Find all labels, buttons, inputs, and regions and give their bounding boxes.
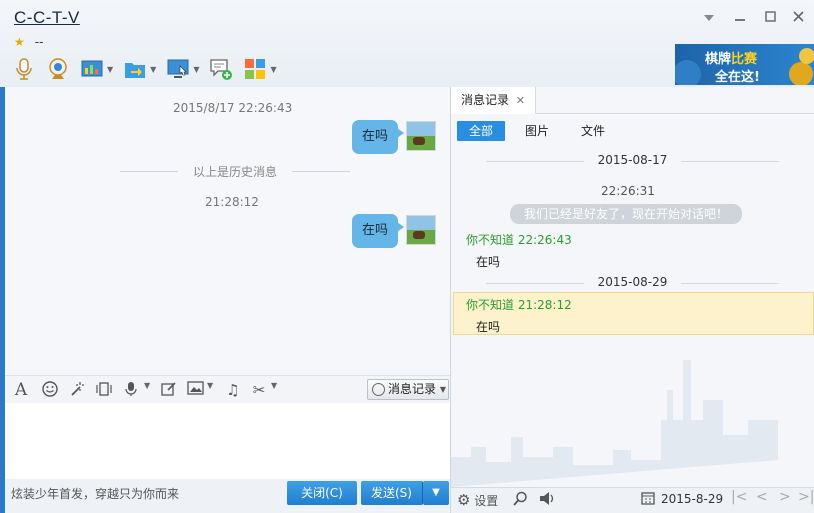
- last-page-icon[interactable]: >|: [798, 489, 814, 505]
- history-footer: ⚙ 设置 2015-8-29 |< < > >|: [451, 487, 814, 513]
- history-panel: 消息记录 ✕ 全部 图片 文件 2015-08-17 22:26:31 我们已经…: [451, 87, 814, 487]
- clock-icon: [372, 383, 385, 396]
- prev-page-icon[interactable]: <: [756, 489, 768, 505]
- message-timestamp: 21:28:12: [205, 195, 259, 209]
- chevron-down-icon[interactable]: ▼: [144, 381, 150, 390]
- filter-all[interactable]: 全部: [457, 121, 506, 141]
- first-page-icon[interactable]: |<: [731, 489, 747, 505]
- close-window-button[interactable]: [790, 10, 806, 26]
- apps-grid-icon: [245, 59, 266, 79]
- folder-transfer-icon: [125, 63, 146, 78]
- gear-icon: ⚙: [457, 491, 471, 509]
- filter-images[interactable]: 图片: [513, 121, 561, 141]
- main-toolbar: ▼ ▼ ▼ ▼: [12, 56, 287, 82]
- history-time: 22:26:31: [601, 184, 655, 198]
- close-button[interactable]: 关闭(C): [287, 481, 357, 505]
- message-history-button[interactable]: 消息记录 ▼: [367, 379, 449, 400]
- message-timestamp: 2015/8/17 22:26:43: [173, 101, 293, 115]
- video-call-button[interactable]: [46, 56, 70, 82]
- history-divider: 以上是历史消息: [120, 163, 350, 180]
- chevron-down-icon[interactable]: ▼: [107, 65, 113, 74]
- music-icon[interactable]: ♫: [223, 381, 243, 399]
- chat-footer: 炫装少年首发，穿越只为你而来 关闭(C) 发送(S) ▼: [5, 479, 450, 513]
- tab-underline: [536, 113, 814, 114]
- close-icon[interactable]: ✕: [516, 87, 525, 114]
- contact-name[interactable]: C-C-T-V: [14, 8, 80, 28]
- voice-message-icon[interactable]: [121, 381, 141, 399]
- settings-button[interactable]: ⚙ 设置: [457, 491, 498, 509]
- add-chat-icon: [210, 59, 233, 80]
- avatar[interactable]: [406, 121, 436, 151]
- avatar[interactable]: [406, 215, 436, 245]
- app-share-button[interactable]: ▼: [80, 56, 113, 82]
- ad-tagline: 全在这!: [715, 70, 760, 85]
- ad-headline: 棋牌比赛: [705, 52, 758, 67]
- skyline-background: [451, 360, 778, 487]
- app-window-icon: [81, 60, 103, 77]
- speaker-icon[interactable]: [539, 491, 556, 509]
- next-page-icon[interactable]: >: [779, 489, 791, 505]
- send-options-button[interactable]: ▼: [423, 481, 449, 505]
- calendar-icon[interactable]: [641, 491, 655, 508]
- chevron-down-icon[interactable]: ▼: [270, 65, 276, 74]
- ad-banner[interactable]: 棋牌比赛 全在这!: [675, 44, 814, 85]
- webcam-icon: [49, 58, 67, 79]
- create-discussion-button[interactable]: [209, 56, 233, 82]
- chevron-down-icon[interactable]: ▼: [150, 65, 156, 74]
- chevron-down-icon[interactable]: ▼: [207, 381, 213, 390]
- scissors-icon[interactable]: ✂: [249, 381, 269, 399]
- message-bubble[interactable]: 在吗: [352, 214, 405, 248]
- history-sender: 你不知道 22:26:43: [466, 233, 572, 247]
- magic-wand-icon[interactable]: [67, 381, 87, 399]
- remote-assist-button[interactable]: ▼: [166, 56, 199, 82]
- signature-text: 炫装少年首发，穿越只为你而来: [11, 487, 180, 501]
- voice-call-button[interactable]: [12, 56, 36, 82]
- system-message: 我们已经是好友了，现在开始对话吧！: [510, 204, 742, 224]
- history-date[interactable]: 2015-8-29: [661, 492, 723, 506]
- image-icon[interactable]: [185, 381, 205, 399]
- message-input[interactable]: [5, 403, 450, 479]
- input-toolbar: A ▼ ▼ ♫ ✂ ▼ 消息记录 ▼: [5, 375, 450, 403]
- chevron-down-icon[interactable]: ▼: [271, 381, 277, 390]
- filter-files[interactable]: 文件: [569, 121, 617, 141]
- edit-icon[interactable]: [159, 381, 179, 399]
- screen-shake-icon[interactable]: [94, 381, 114, 399]
- chevron-down-icon[interactable]: ▼: [193, 65, 199, 74]
- remote-desktop-icon: [167, 59, 189, 78]
- status-text: --: [34, 35, 44, 49]
- star-icon: ★: [14, 35, 25, 49]
- contact-status: ★ --: [14, 35, 43, 49]
- date-separator: 2015-08-17: [451, 153, 814, 167]
- history-sender: 你不知道 21:28:12: [466, 298, 572, 312]
- chevron-down-icon: ▼: [439, 385, 446, 394]
- minimize-button[interactable]: [732, 10, 748, 26]
- tab-message-history[interactable]: 消息记录 ✕: [451, 87, 536, 114]
- send-button[interactable]: 发送(S): [361, 481, 423, 505]
- search-icon[interactable]: [513, 491, 528, 509]
- title-bar: C-C-T-V ★ -- ▼ ▼ ▼ ▼ 棋牌比赛 全在这!: [0, 0, 814, 87]
- font-icon[interactable]: A: [11, 381, 31, 399]
- date-separator: 2015-08-29: [451, 275, 814, 289]
- file-transfer-button[interactable]: ▼: [123, 56, 156, 82]
- apps-button[interactable]: ▼: [243, 56, 277, 82]
- window-menu-button[interactable]: [701, 10, 717, 26]
- message-bubble[interactable]: 在吗: [352, 120, 405, 154]
- history-message: 在吗: [476, 320, 501, 334]
- history-message: 在吗: [476, 255, 501, 269]
- chat-area: 2015/8/17 22:26:43 在吗 以上是历史消息 21:28:12 在…: [5, 87, 450, 375]
- microphone-icon: [16, 58, 32, 80]
- emoji-icon[interactable]: [40, 381, 60, 399]
- maximize-button[interactable]: [762, 10, 778, 26]
